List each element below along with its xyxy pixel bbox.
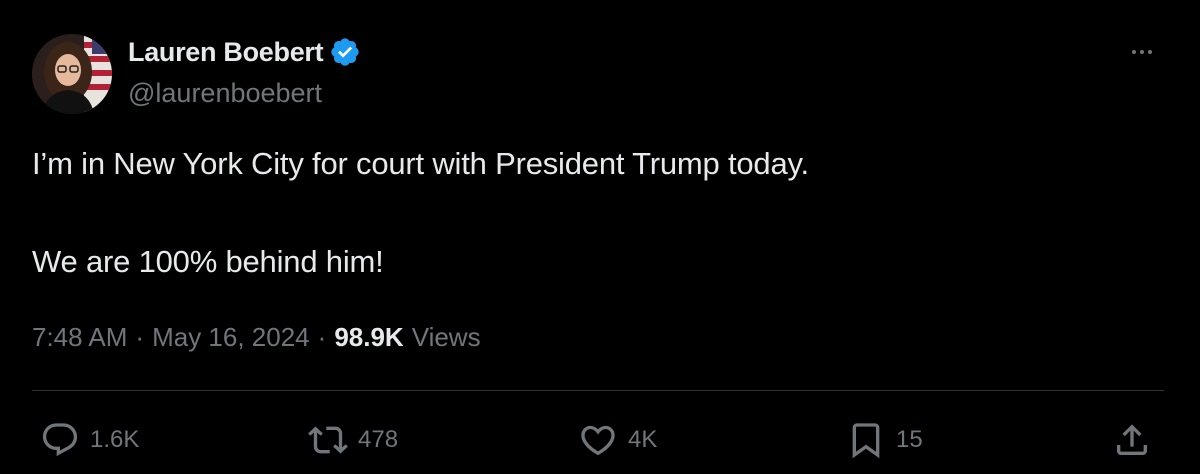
- tweet-meta: 7:48 AM · May 16, 2024 · 98.9K Views: [32, 322, 481, 353]
- share-icon: [1117, 424, 1147, 455]
- more-dot: [1148, 50, 1152, 54]
- meta-separator: ·: [317, 322, 327, 352]
- author-display-name[interactable]: Lauren Boebert: [128, 37, 324, 68]
- divider: [32, 390, 1164, 391]
- reply-count: 1.6K: [90, 426, 140, 453]
- reply-icon: [42, 423, 78, 457]
- bookmark-icon: [852, 423, 880, 459]
- author-header: Lauren Boebert: [128, 36, 361, 68]
- repost-button[interactable]: 478: [308, 418, 398, 462]
- action-bar: 1.6K 478 4K 15: [0, 418, 1200, 462]
- bookmark-button[interactable]: 15: [846, 418, 923, 462]
- more-dot: [1132, 50, 1136, 54]
- like-button[interactable]: 4K: [578, 418, 657, 462]
- reply-button[interactable]: 1.6K: [40, 418, 139, 462]
- repost-icon: [308, 426, 348, 454]
- share-button[interactable]: [1112, 418, 1152, 462]
- tweet-text-line: I’m in New York City for court with Pres…: [32, 146, 809, 181]
- like-icon: [581, 425, 615, 456]
- bookmark-count: 15: [896, 426, 923, 453]
- repost-count: 478: [358, 426, 399, 453]
- meta-separator: ·: [135, 322, 145, 352]
- author-handle[interactable]: @laurenboebert: [128, 78, 322, 109]
- avatar[interactable]: [32, 34, 112, 114]
- like-count: 4K: [628, 426, 658, 453]
- more-icon[interactable]: [1122, 42, 1162, 62]
- more-dot: [1140, 50, 1144, 54]
- tweet-card: Lauren Boebert @laurenboebert I’m in New…: [0, 0, 1200, 474]
- views-label[interactable]: Views: [412, 322, 481, 353]
- verified-icon[interactable]: [329, 36, 361, 68]
- views-count[interactable]: 98.9K: [334, 322, 403, 353]
- avatar-image: [32, 34, 112, 114]
- tweet-time[interactable]: 7:48 AM: [32, 322, 127, 353]
- tweet-text-line: We are 100% behind him!: [32, 244, 384, 279]
- tweet-date[interactable]: May 16, 2024: [152, 322, 310, 353]
